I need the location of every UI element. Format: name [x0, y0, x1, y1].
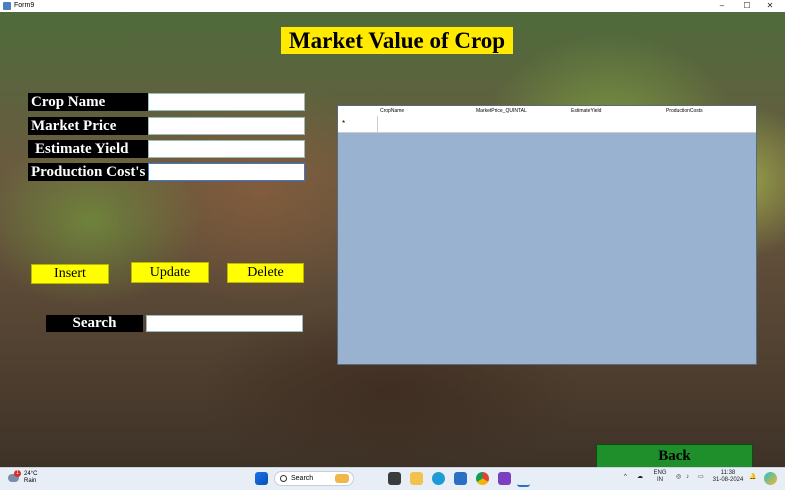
- search-highlight-icon: [335, 474, 349, 483]
- minimize-button[interactable]: –: [710, 0, 734, 12]
- task-view-icon[interactable]: [388, 472, 401, 485]
- back-button[interactable]: Back: [596, 444, 753, 467]
- onedrive-icon[interactable]: ☁: [637, 474, 643, 481]
- crop-name-label: Crop Name: [28, 93, 148, 111]
- estimate-yield-input[interactable]: [148, 140, 305, 158]
- windows-start-icon[interactable]: [255, 472, 268, 485]
- language-code: ENG: [653, 470, 667, 476]
- visual-studio-icon[interactable]: [498, 472, 511, 485]
- language-region: IN: [657, 477, 663, 483]
- column-header[interactable]: ProductionCosts: [666, 106, 703, 116]
- production-cost-label: Production Cost's: [28, 163, 148, 181]
- row-selector[interactable]: *: [338, 116, 378, 132]
- search-input[interactable]: [146, 315, 303, 332]
- production-cost-input[interactable]: [148, 163, 305, 181]
- search-icon: [280, 475, 287, 482]
- window-title: Form9: [14, 2, 35, 9]
- app-icon: [3, 2, 11, 10]
- taskbar: 1 24°C Rain Search ^ ☁ ENG IN ◎ ♪ ▭ 11:3…: [0, 467, 785, 490]
- close-button[interactable]: ✕: [758, 0, 782, 12]
- weather-widget[interactable]: 1 24°C Rain: [8, 470, 48, 487]
- copilot-icon[interactable]: [764, 472, 777, 485]
- page-title: Market Value of Crop: [281, 27, 513, 54]
- crop-data-grid[interactable]: CropName MarketPrice_QUINTAL EstimateYie…: [337, 105, 757, 365]
- column-header[interactable]: CropName: [380, 106, 404, 116]
- edge-icon[interactable]: [432, 472, 445, 485]
- form-app-icon[interactable]: [517, 472, 530, 487]
- weather-badge: 1: [14, 470, 21, 477]
- crop-name-input[interactable]: [148, 93, 305, 111]
- chevron-up-icon[interactable]: ^: [624, 474, 627, 481]
- clock[interactable]: 11:38 31-08-2024: [712, 470, 744, 484]
- clock-date: 31-08-2024: [712, 477, 744, 483]
- weather-desc: Rain: [24, 478, 37, 484]
- column-header[interactable]: EstimateYield: [571, 106, 601, 116]
- weather-temp: 24°C: [24, 471, 38, 477]
- column-header[interactable]: MarketPrice_QUINTAL: [476, 106, 527, 116]
- estimate-yield-label: Estimate Yield: [28, 140, 148, 158]
- market-price-input[interactable]: [148, 117, 305, 135]
- delete-button[interactable]: Delete: [227, 263, 304, 283]
- clock-time: 11:38: [720, 470, 736, 476]
- market-price-label: Market Price: [28, 117, 148, 135]
- grid-new-row[interactable]: *: [338, 116, 756, 133]
- maximize-button[interactable]: ☐: [735, 0, 759, 12]
- language-indicator[interactable]: ENG IN: [653, 470, 667, 484]
- battery-icon[interactable]: ▭: [698, 474, 704, 481]
- notification-bell-icon[interactable]: 🔔: [749, 474, 756, 481]
- store-icon[interactable]: [454, 472, 467, 485]
- taskbar-search-placeholder: Search: [291, 475, 314, 482]
- file-explorer-icon[interactable]: [410, 472, 423, 485]
- update-button[interactable]: Update: [131, 262, 209, 283]
- form-background: Market Value of Crop Crop Name Market Pr…: [0, 12, 785, 467]
- volume-icon[interactable]: ♪: [686, 474, 689, 481]
- chrome-icon[interactable]: [476, 472, 489, 485]
- search-label: Search: [46, 315, 143, 332]
- window-titlebar: Form9 – ☐ ✕: [0, 0, 785, 12]
- network-icon[interactable]: ◎: [676, 474, 681, 481]
- taskbar-search[interactable]: Search: [274, 471, 354, 486]
- insert-button[interactable]: Insert: [31, 264, 109, 284]
